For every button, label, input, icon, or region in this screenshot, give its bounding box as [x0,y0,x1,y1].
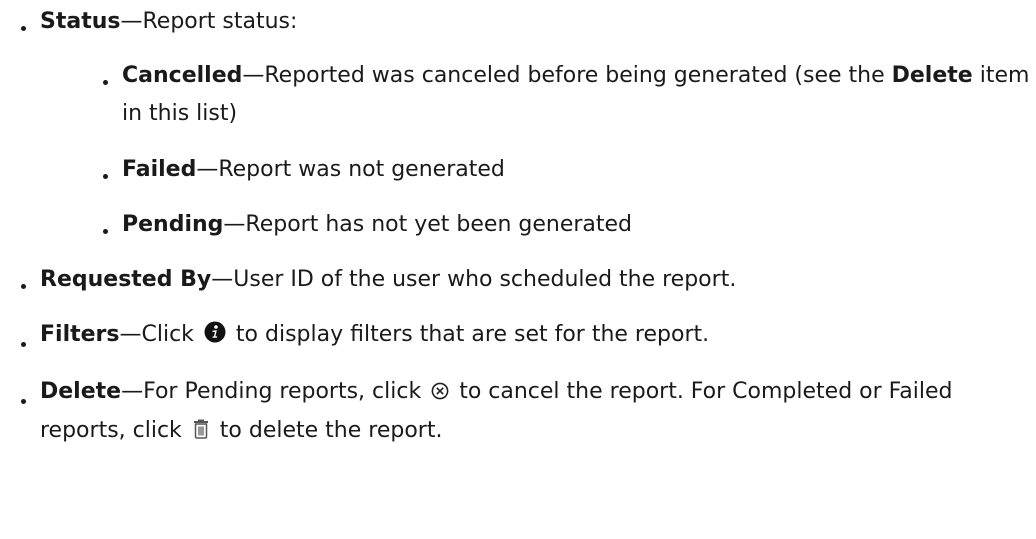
desc-cancelled-a: —Reported was canceled before being gene… [242,63,892,88]
info-icon[interactable] [204,318,226,355]
term-failed: Failed [122,157,197,182]
bullet [103,229,108,234]
desc-filters-b: to display filters that are set for the … [228,322,710,347]
desc-requested-by: —User ID of the user who scheduled the r… [211,267,737,292]
desc-delete-c: to delete the report. [212,418,443,443]
desc-failed: —Report was not generated [196,157,505,182]
bullet [21,342,26,347]
term-status: Status [40,9,121,34]
term-cancelled: Cancelled [122,63,243,88]
status-sublist: Cancelled—Reported was canceled before b… [0,57,1036,243]
cancel-circle-icon[interactable] [431,375,449,412]
term-filters: Filters [40,322,120,347]
list-item-filters: Filters—Click to display filters that ar… [0,316,1036,355]
list-item-delete: Delete—For Pending reports, click to can… [0,373,1036,451]
list-item-failed: Failed—Report was not generated [0,151,1036,188]
field-list: Status—Report status: Cancelled—Reported… [0,0,1036,451]
term-pending: Pending [122,212,224,237]
term-requested-by: Requested By [40,267,212,292]
desc-delete-a: —For Pending reports, click [121,379,429,404]
bullet [21,284,26,289]
desc-pending: —Report has not yet been generated [223,212,633,237]
desc-filters-a: —Click [119,322,201,347]
bullet [103,174,108,179]
bullet [21,26,26,31]
list-item-requested-by: Requested By—User ID of the user who sch… [0,261,1036,298]
list-item-cancelled: Cancelled—Reported was canceled before b… [0,57,1036,133]
term-delete: Delete [40,379,122,404]
bullet [103,80,108,85]
desc-status: —Report status: [120,9,298,34]
term-delete-ref: Delete [891,63,973,88]
document-body: Status—Report status: Cancelled—Reported… [0,0,1036,451]
bullet [21,399,26,404]
list-item-status: Status—Report status: Cancelled—Reported… [0,0,1036,243]
list-item-pending: Pending—Report has not yet been generate… [0,206,1036,243]
trash-icon[interactable] [192,414,210,451]
